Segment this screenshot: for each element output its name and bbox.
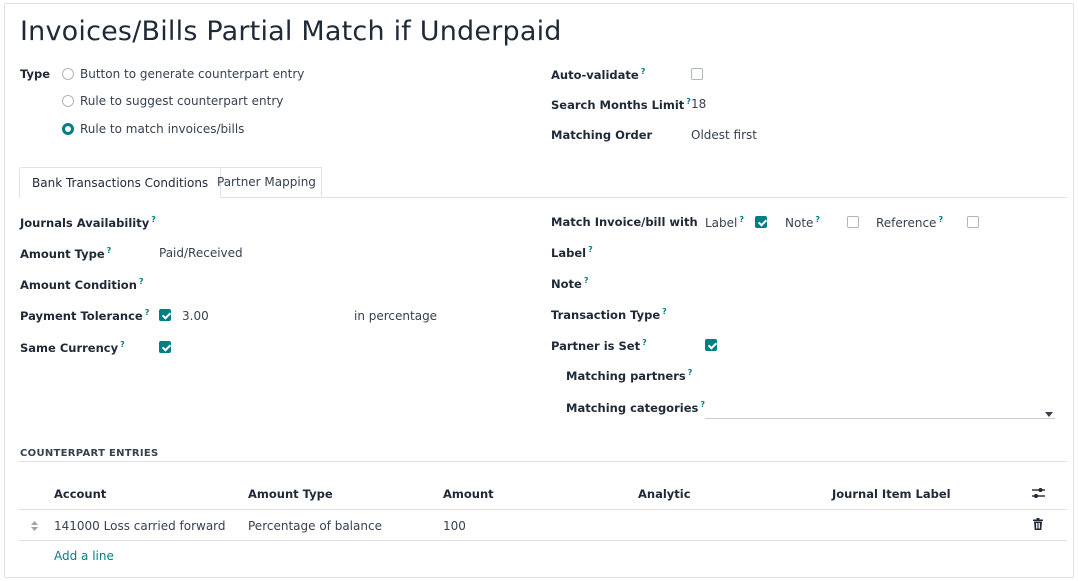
section-divider — [19, 461, 1067, 462]
column-analytic[interactable]: Analytic — [638, 487, 691, 501]
type-option-label: Button to generate counterpart entry — [80, 67, 305, 81]
amount-type-label: Amount Type? — [20, 246, 112, 261]
search-months-input[interactable]: 18 — [691, 97, 706, 111]
form-sheet: Invoices/Bills Partial Match if Underpai… — [4, 3, 1074, 578]
record-title[interactable]: Invoices/Bills Partial Match if Underpai… — [20, 16, 562, 47]
matching-categories-label: Matching categories? — [566, 400, 705, 415]
partner-is-set-checkbox[interactable] — [705, 339, 717, 351]
row-amount-type[interactable]: Percentage of balance — [248, 519, 382, 533]
table-row[interactable]: 141000 Loss carried forward Percentage o… — [19, 510, 1067, 540]
auto-validate-label: Auto-validate? — [551, 67, 646, 82]
column-account[interactable]: Account — [54, 487, 106, 501]
tab-top-border — [205, 167, 322, 168]
tab-bank-transactions[interactable]: Bank Transactions Conditions — [19, 167, 222, 198]
note-condition-label: Note? — [551, 276, 589, 291]
match-reference-checkbox[interactable] — [967, 216, 979, 228]
same-currency-label: Same Currency? — [20, 340, 125, 355]
radio-match[interactable] — [62, 123, 74, 135]
match-label-checkbox[interactable] — [755, 216, 767, 228]
same-currency-checkbox[interactable] — [159, 341, 171, 353]
payment-tolerance-checkbox[interactable] — [159, 309, 171, 321]
type-option-label: Rule to match invoices/bills — [80, 122, 245, 136]
match-note-option: Note? — [785, 215, 821, 230]
trash-icon[interactable] — [1033, 518, 1043, 533]
match-reference-option: Reference? — [876, 215, 944, 230]
type-label: Type — [20, 67, 51, 81]
matching-order-label: Matching Order — [551, 128, 653, 142]
payment-tolerance-label: Payment Tolerance? — [20, 308, 150, 323]
tab-divider-right — [321, 167, 322, 197]
column-journal-item-label[interactable]: Journal Item Label — [832, 487, 951, 501]
matching-order-select[interactable]: Oldest first — [691, 128, 757, 142]
amount-type-select[interactable]: Paid/Received — [159, 246, 243, 260]
sliders-icon[interactable] — [1032, 487, 1045, 502]
label-condition-label: Label? — [551, 245, 593, 260]
transaction-type-label: Transaction Type? — [551, 307, 667, 322]
column-amount-type[interactable]: Amount Type — [248, 487, 333, 501]
counterpart-section-title: COUNTERPART ENTRIES — [20, 448, 159, 459]
match-invoice-with-label: Match Invoice/bill with — [551, 215, 698, 229]
radio-suggest[interactable] — [62, 95, 74, 107]
payment-tolerance-unit[interactable]: in percentage — [354, 309, 437, 323]
journals-availability-label: Journals Availability? — [20, 215, 156, 230]
tab-partner-mapping[interactable]: Partner Mapping — [205, 167, 328, 198]
row-account[interactable]: 141000 Loss carried forward — [54, 519, 226, 533]
matching-categories-input[interactable] — [705, 418, 1055, 419]
type-option-label: Rule to suggest counterpart entry — [80, 94, 284, 108]
payment-tolerance-input[interactable]: 3.00 — [182, 309, 209, 323]
add-line-button[interactable]: Add a line — [54, 549, 114, 563]
partner-is-set-label: Partner is Set? — [551, 338, 647, 353]
caret-down-icon[interactable] — [1045, 406, 1053, 420]
table-row-divider — [19, 540, 1067, 541]
match-note-checkbox[interactable] — [847, 216, 859, 228]
auto-validate-checkbox[interactable] — [691, 68, 703, 80]
radio-button-counterpart[interactable] — [62, 68, 74, 80]
drag-handle-icon[interactable] — [31, 520, 38, 534]
search-months-label: Search Months Limit? — [551, 97, 691, 112]
match-label-option: Label? — [705, 215, 745, 230]
column-amount[interactable]: Amount — [443, 487, 494, 501]
matching-partners-label: Matching partners? — [566, 368, 693, 383]
row-amount[interactable]: 100 — [443, 519, 466, 533]
amount-condition-label: Amount Condition? — [20, 277, 144, 292]
